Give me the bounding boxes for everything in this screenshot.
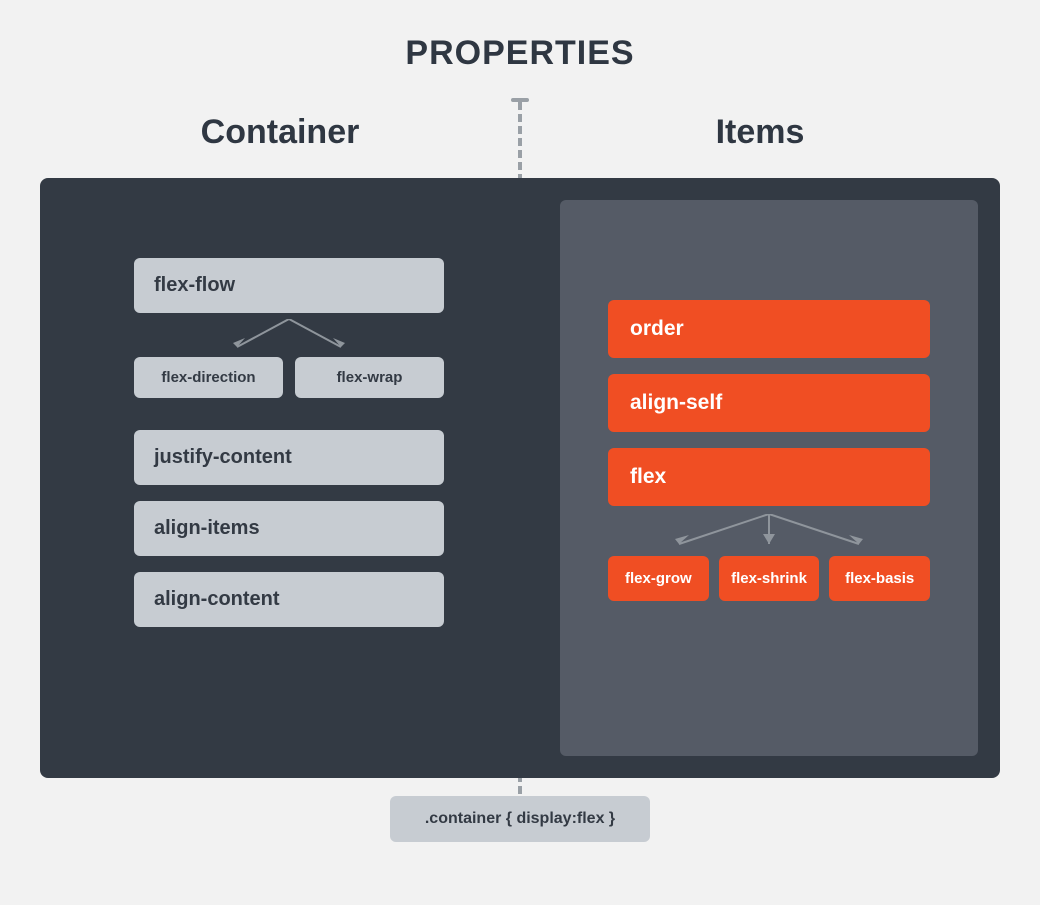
prop-flex-wrap: flex-wrap	[295, 357, 444, 398]
prop-flex-grow: flex-grow	[608, 556, 709, 601]
prop-flex-basis: flex-basis	[829, 556, 930, 601]
flex-flow-arrows	[134, 319, 444, 353]
prop-flex-flow: flex-flow	[134, 258, 444, 313]
prop-justify-content: justify-content	[134, 430, 444, 485]
prop-align-items: align-items	[134, 501, 444, 556]
prop-flex-shrink: flex-shrink	[719, 556, 820, 601]
prop-align-content: align-content	[134, 572, 444, 627]
main-panel: flex-flow flex-direction flex-wrap justi…	[40, 178, 1000, 778]
container-column: flex-flow flex-direction flex-wrap justi…	[40, 178, 538, 778]
footer-code: .container { display:flex }	[390, 796, 650, 842]
prop-flex: flex	[608, 448, 930, 506]
prop-align-self: align-self	[608, 374, 930, 432]
column-title-items: Items	[520, 113, 1000, 152]
flex-children: flex-grow flex-shrink flex-basis	[608, 556, 930, 617]
flex-flow-children: flex-direction flex-wrap	[134, 357, 444, 414]
container-props: flex-flow flex-direction flex-wrap justi…	[134, 258, 444, 643]
column-titles: Container Items	[40, 113, 1000, 152]
prop-flex-direction: flex-direction	[134, 357, 283, 398]
items-column: order align-self flex flex-grow flex-shr…	[538, 178, 1000, 778]
column-title-container: Container	[40, 113, 520, 152]
prop-order: order	[608, 300, 930, 358]
flex-arrows	[608, 514, 930, 550]
items-card: order align-self flex flex-grow flex-shr…	[560, 200, 978, 756]
page-title: PROPERTIES	[0, 0, 1040, 73]
